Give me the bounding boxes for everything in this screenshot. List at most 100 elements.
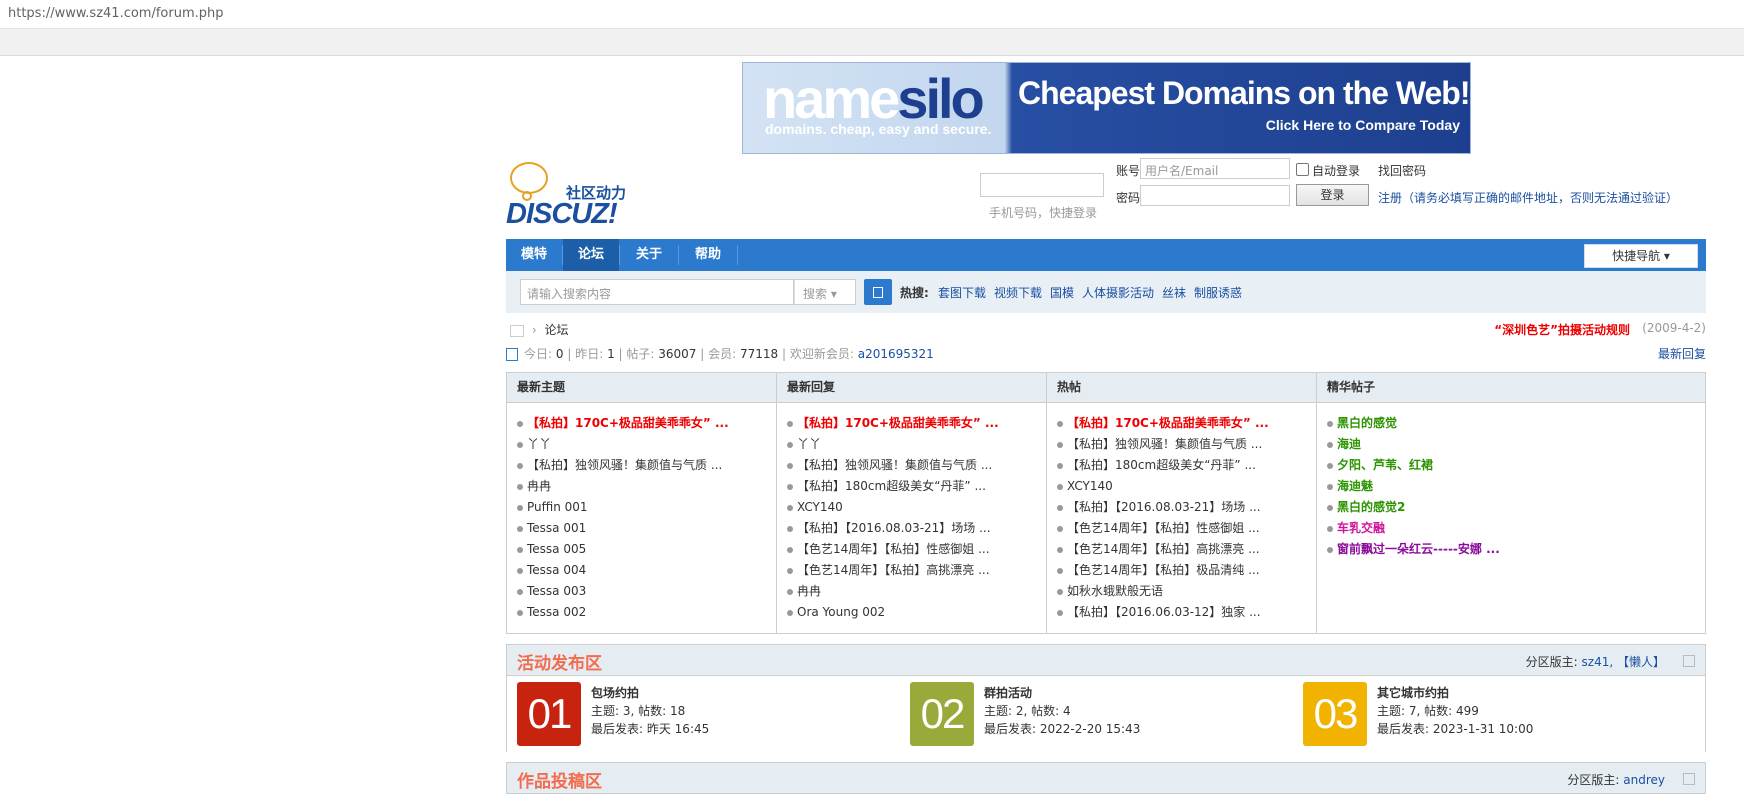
nav-item-help[interactable]: 帮助 [679, 239, 737, 271]
post-item[interactable]: 【色艺14周年】【私拍】极品清纯 ... [1057, 560, 1316, 581]
forum-name[interactable]: 包场约拍 [591, 684, 639, 701]
forum-number-icon[interactable]: 03 [1303, 682, 1367, 746]
auto-login-checkbox[interactable] [1296, 163, 1309, 176]
banner-cta[interactable]: Click Here to Compare Today [1266, 117, 1460, 133]
hot-search-link[interactable]: 制服诱惑 [1194, 284, 1242, 301]
post-link[interactable]: 冉冉 [797, 584, 821, 598]
breadcrumb-current[interactable]: 论坛 [544, 323, 568, 337]
post-item[interactable]: 黑白的感觉 [1327, 413, 1705, 434]
post-link[interactable]: 丫丫 [797, 437, 821, 451]
post-link[interactable]: 【私拍】【2016.08.03-21】场场 ... [797, 521, 991, 535]
forum-last-post[interactable]: 最后发表: 2023-1-31 10:00 [1377, 720, 1533, 737]
search-type-select[interactable]: 搜索 ▾ [794, 279, 856, 305]
post-link[interactable]: 【色艺14周年】【私拍】高挑漂亮 ... [797, 563, 990, 577]
post-item[interactable]: 【私拍】180cm超级美女“丹菲” ... [787, 476, 1046, 497]
forum-name[interactable]: 群拍活动 [984, 684, 1032, 701]
post-link[interactable]: XCY140 [797, 500, 843, 514]
post-item[interactable]: 如秋水蛾默般无语 [1057, 581, 1316, 602]
post-link[interactable]: Tessa 001 [527, 521, 586, 535]
post-link[interactable]: 【私拍】170C+极品甜美乖乖女” ... [1067, 416, 1269, 430]
post-item[interactable]: 冉冉 [787, 581, 1046, 602]
post-item[interactable]: 窗前飘过一朵红云-----安娜 ... [1327, 539, 1705, 560]
post-link[interactable]: 丫丫 [527, 437, 551, 451]
forum-number-icon[interactable]: 01 [517, 682, 581, 746]
post-link[interactable]: Tessa 005 [527, 542, 586, 556]
category-title[interactable]: 活动发布区 [517, 649, 602, 674]
moderator-link[interactable]: sz41, 【懒人】 [1582, 655, 1665, 669]
category-title[interactable]: 作品投稿区 [517, 767, 602, 792]
new-member-link[interactable]: a201695321 [858, 347, 934, 361]
hot-search-link[interactable]: 套图下载 [938, 284, 986, 301]
post-link[interactable]: Tessa 003 [527, 584, 586, 598]
post-item[interactable]: 车乳交融 [1327, 518, 1705, 539]
address-bar[interactable]: https://www.sz41.com/forum.php [0, 0, 1744, 29]
post-link[interactable]: 【私拍】【2016.06.03-12】独家 ... [1067, 605, 1261, 619]
post-link[interactable]: Ora Young 002 [797, 605, 885, 619]
ad-banner[interactable]: namesilo domains. cheap, easy and secure… [742, 62, 1471, 154]
nav-item-about[interactable]: 关于 [620, 239, 678, 271]
post-item[interactable]: Ora Young 002 [787, 602, 1046, 623]
url-text[interactable]: https://www.sz41.com/forum.php [8, 6, 224, 21]
recover-password-link[interactable]: 找回密码 [1378, 162, 1426, 179]
collapse-icon[interactable] [1683, 655, 1695, 667]
collapse-icon[interactable] [1683, 773, 1695, 785]
post-link[interactable]: XCY140 [1067, 479, 1113, 493]
post-item[interactable]: 【私拍】180cm超级美女“丹菲” ... [1057, 455, 1316, 476]
post-item[interactable]: 【私拍】【2016.08.03-21】场场 ... [787, 518, 1046, 539]
post-link[interactable]: 【色艺14周年】【私拍】性感御姐 ... [1067, 521, 1260, 535]
post-link[interactable]: 【私拍】独领风骚！集颜值与气质 ... [797, 458, 992, 472]
post-item[interactable]: 【私拍】【2016.08.03-21】场场 ... [1057, 497, 1316, 518]
post-item[interactable]: 丫丫 [787, 434, 1046, 455]
forum-number-icon[interactable]: 02 [910, 682, 974, 746]
post-link[interactable]: 【色艺14周年】【私拍】极品清纯 ... [1067, 563, 1260, 577]
register-link[interactable]: 注册（请务必填写正确的邮件地址，否则无法通过验证） [1378, 189, 1678, 206]
post-link[interactable]: 冉冉 [527, 479, 551, 493]
hot-search-link[interactable]: 视频下载 [994, 284, 1042, 301]
post-item[interactable]: XCY140 [787, 497, 1046, 518]
post-item[interactable]: 黑白的感觉2 [1327, 497, 1705, 518]
post-item[interactable]: Tessa 005 [517, 539, 776, 560]
hot-search-link[interactable]: 丝袜 [1162, 284, 1186, 301]
moderator-link[interactable]: andrey [1623, 773, 1665, 787]
forum-name[interactable]: 其它城市约拍 [1377, 684, 1449, 701]
post-link[interactable]: 【私拍】【2016.08.03-21】场场 ... [1067, 500, 1261, 514]
post-item[interactable]: 【私拍】独领风骚！集颜值与气质 ... [787, 455, 1046, 476]
hot-search-link[interactable]: 国模 [1050, 284, 1074, 301]
post-link[interactable]: Tessa 002 [527, 605, 586, 619]
post-item[interactable]: 【色艺14周年】【私拍】性感御姐 ... [787, 539, 1046, 560]
post-item[interactable]: 【私拍】170C+极品甜美乖乖女” ... [787, 413, 1046, 434]
post-link[interactable]: Tessa 004 [527, 563, 586, 577]
post-item[interactable]: 海迪 [1327, 434, 1705, 455]
post-item[interactable]: 海迪魅 [1327, 476, 1705, 497]
post-link[interactable]: 海迪 [1337, 437, 1361, 451]
post-link[interactable]: 【私拍】独领风骚！集颜值与气质 ... [1067, 437, 1262, 451]
nav-item-forum[interactable]: 论坛 [563, 239, 619, 271]
account-input[interactable]: 用户名/Email [1140, 158, 1290, 179]
post-item[interactable]: 【私拍】独领风骚！集颜值与气质 ... [1057, 434, 1316, 455]
post-link[interactable]: 黑白的感觉2 [1337, 500, 1405, 514]
post-link[interactable]: 【私拍】170C+极品甜美乖乖女” ... [797, 416, 999, 430]
latest-replies-link[interactable]: 最新回复 [1658, 345, 1706, 362]
post-link[interactable]: 【私拍】180cm超级美女“丹菲” ... [797, 479, 986, 493]
post-link[interactable]: 【私拍】170C+极品甜美乖乖女” ... [527, 416, 729, 430]
post-link[interactable]: 海迪魅 [1337, 479, 1373, 493]
post-item[interactable]: Puffin 001 [517, 497, 776, 518]
search-button[interactable] [864, 279, 892, 305]
post-link[interactable]: 黑白的感觉 [1337, 416, 1397, 430]
post-item[interactable]: 【私拍】170C+极品甜美乖乖女” ... [517, 413, 776, 434]
post-item[interactable]: Tessa 004 [517, 560, 776, 581]
post-item[interactable]: Tessa 002 [517, 602, 776, 623]
post-item[interactable]: 冉冉 [517, 476, 776, 497]
post-link[interactable]: 【私拍】独领风骚！集颜值与气质 ... [527, 458, 722, 472]
home-icon[interactable] [510, 324, 524, 337]
post-item[interactable]: 丫丫 [517, 434, 776, 455]
post-link[interactable]: 【私拍】180cm超级美女“丹菲” ... [1067, 458, 1256, 472]
post-link[interactable]: 窗前飘过一朵红云-----安娜 ... [1337, 542, 1500, 556]
post-item[interactable]: Tessa 003 [517, 581, 776, 602]
post-item[interactable]: Tessa 001 [517, 518, 776, 539]
login-button[interactable]: 登录 [1296, 184, 1369, 206]
post-link[interactable]: 【色艺14周年】【私拍】性感御姐 ... [797, 542, 990, 556]
post-item[interactable]: 【私拍】独领风骚！集颜值与气质 ... [517, 455, 776, 476]
forum-item[interactable]: 01 包场约拍 主题: 3, 帖数: 18 最后发表: 昨天 16:45 [517, 682, 897, 748]
post-link[interactable]: Puffin 001 [527, 500, 588, 514]
